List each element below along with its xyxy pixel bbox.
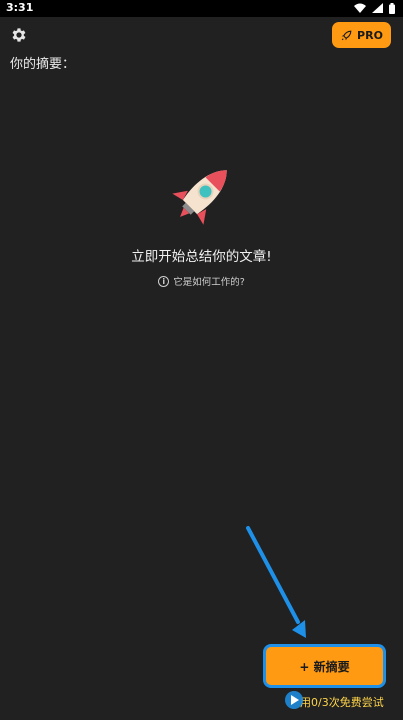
rocket-icon — [341, 30, 352, 40]
signal-icon — [372, 3, 383, 13]
how-it-works-label: 它是如何工作的? — [173, 277, 245, 288]
wifi-icon — [354, 3, 366, 13]
pro-button[interactable]: PRO — [332, 22, 391, 48]
new-summary-button[interactable]: + 新摘要 — [266, 647, 383, 685]
how-it-works-link[interactable]: i 它是如何工作的? — [0, 274, 403, 288]
watermark-logo — [285, 691, 303, 709]
summary-heading: 你的摘要： — [10, 57, 76, 72]
new-summary-label: + 新摘要 — [299, 659, 350, 674]
pointer-arrow — [246, 526, 306, 638]
status-time: 3:31 — [6, 1, 34, 14]
settings-button[interactable] — [10, 26, 28, 44]
status-bar: 3:31 — [0, 0, 403, 17]
battery-icon — [389, 2, 395, 14]
info-icon: i — [158, 275, 170, 287]
empty-state-title: 立即开始总结你的文章! — [131, 249, 272, 265]
rocket-illustration — [162, 160, 242, 230]
pro-label: PRO — [357, 28, 383, 42]
status-icons — [354, 2, 395, 14]
gear-icon — [12, 28, 26, 42]
free-trials-text: 用0/3次免费尝试 — [300, 696, 384, 709]
